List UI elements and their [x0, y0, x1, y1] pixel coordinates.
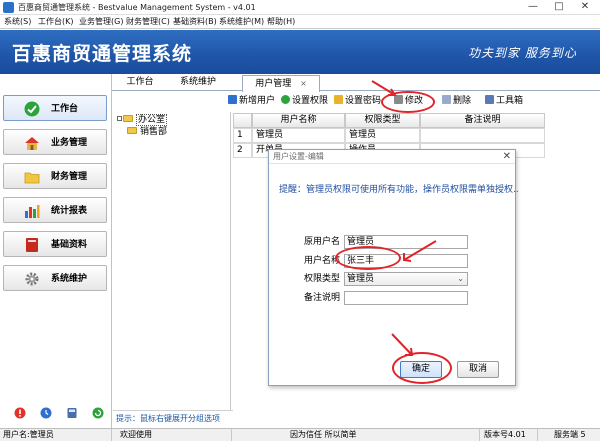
menu-finance[interactable]: 财务管理(C): [126, 16, 170, 28]
toolbox-icon: [485, 95, 494, 104]
annotation-arrow: [403, 240, 437, 262]
note-label: 备注说明: [304, 293, 341, 303]
status-motto: 因为信任 所以简单: [232, 429, 480, 441]
tree-expander-icon[interactable]: [117, 116, 122, 121]
book-icon: [26, 238, 38, 252]
dialog-tip: 提醒：管理员权限可使用所有功能，操作员权限需单独授权..: [279, 185, 519, 195]
menu-bar: 系统(S) 工作台(K) 业务管理(G) 财务管理(C) 基础资料(B) 系统维…: [0, 15, 600, 29]
column-header-type[interactable]: 权限类型: [345, 113, 420, 128]
tab-maintenance[interactable]: 系统维护: [170, 75, 226, 91]
permission-type-value: 管理员: [347, 274, 375, 284]
sidebar-item-finance[interactable]: 财务管理: [3, 163, 107, 189]
permission-icon: [281, 95, 290, 104]
menu-system[interactable]: 系统(S): [4, 16, 31, 28]
menu-workbench[interactable]: 工作台(K): [38, 16, 74, 28]
tree-node-office[interactable]: 办公室: [117, 114, 168, 126]
banner-slogan: 功夫到家 服务到心: [468, 46, 577, 60]
close-window-button[interactable]: ✕: [572, 0, 598, 15]
folder-icon: [24, 172, 40, 184]
lock-icon: [334, 95, 343, 104]
close-tab-icon[interactable]: ×: [300, 79, 307, 88]
sidebar-item-label: 基础资料: [51, 240, 88, 250]
tab-bar: 工作台 系统维护 用户管理 ×: [112, 74, 600, 92]
delete-label: 删除: [453, 96, 472, 106]
banner-title: 百惠商贸通管理系统: [12, 43, 193, 65]
bar-chart-icon: [25, 205, 40, 218]
tab-workbench[interactable]: 工作台: [116, 75, 164, 91]
status-version: 版本号4.01: [480, 429, 538, 441]
tab-label: 用户管理: [255, 79, 292, 89]
folder-icon: [123, 115, 133, 122]
sidebar-item-reports[interactable]: 统计报表: [3, 197, 107, 223]
minimize-button[interactable]: —: [520, 0, 546, 15]
app-icon: [3, 2, 14, 13]
sidebar-item-maintenance[interactable]: 系统维护: [3, 265, 107, 291]
column-header-name[interactable]: 用户名称: [252, 113, 345, 128]
sidebar-item-label: 财务管理: [51, 172, 88, 182]
sidebar-item-label: 统计报表: [51, 206, 88, 216]
table-cell-note[interactable]: [420, 128, 545, 143]
dialog-close-button[interactable]: ✕: [503, 150, 511, 164]
tab-user-management[interactable]: 用户管理 ×: [242, 75, 320, 92]
menu-maintenance[interactable]: 系统维护(M): [219, 16, 264, 28]
cancel-button[interactable]: 取消: [457, 361, 499, 378]
menu-business[interactable]: 业务管理(G): [79, 16, 123, 28]
status-bar: 用户名:管理员 欢迎使用 因为信任 所以简单 版本号4.01 服务端 5: [0, 428, 600, 441]
dialog-title: 用户设置-编辑: [269, 150, 515, 164]
chevron-down-icon: ⌄: [457, 274, 464, 283]
status-service: 服务端 5: [554, 430, 586, 439]
refresh-icon[interactable]: [92, 406, 104, 420]
sidebar-item-label: 工作台: [51, 104, 79, 114]
maximize-button[interactable]: □: [546, 0, 572, 15]
check-circle-icon: [24, 101, 40, 117]
sidebar: 工作台 业务管理 财务管理 统计报表 基础资料 系统维护: [0, 74, 112, 428]
department-tree: 办公室 销售部: [113, 112, 231, 410]
status-welcome: 欢迎使用: [112, 429, 232, 441]
window-titlebar: 百惠商贸通管理系统 - Bestvalue Management System …: [0, 0, 600, 15]
sidebar-item-basic-data[interactable]: 基础资料: [3, 231, 107, 257]
delete-button[interactable]: 删除: [442, 95, 471, 108]
folder-icon: [127, 127, 137, 134]
annotation-circle: [335, 246, 401, 270]
table-cell-name[interactable]: 管理员: [252, 128, 345, 143]
tree-node-label: 办公室: [136, 114, 168, 126]
menu-basic-data[interactable]: 基础资料(B): [173, 16, 217, 28]
table-cell-type[interactable]: 管理员: [345, 128, 420, 143]
sidebar-item-workbench[interactable]: 工作台: [3, 95, 107, 121]
row-number: 2: [233, 143, 252, 158]
delete-icon: [442, 95, 451, 104]
add-user-button[interactable]: 新增用户: [228, 95, 275, 108]
sidebar-item-business[interactable]: 业务管理: [3, 129, 107, 155]
status-user: 用户名:管理员: [0, 429, 112, 441]
set-permission-button[interactable]: 设置权限: [281, 95, 328, 108]
clock-icon[interactable]: [40, 406, 52, 420]
house-icon: [25, 137, 39, 150]
error-icon[interactable]: [14, 406, 26, 420]
menu-help[interactable]: 帮助(H): [267, 16, 295, 28]
row-number: 1: [233, 128, 252, 143]
gear-icon: [25, 272, 39, 286]
add-icon: [228, 95, 237, 104]
toolbox-label: 工具箱: [496, 96, 524, 106]
set-permission-label: 设置权限: [292, 96, 329, 106]
add-user-label: 新增用户: [239, 96, 276, 106]
annotation-arrow: [371, 80, 397, 96]
annotation-arrow: [391, 333, 414, 356]
note-field[interactable]: [344, 291, 468, 305]
permission-type-select[interactable]: 管理员 ⌄: [344, 272, 468, 286]
tree-node-label: 销售部: [140, 127, 168, 137]
calculator-icon[interactable]: [66, 406, 78, 420]
window-title: 百惠商贸通管理系统 - Bestvalue Management System …: [18, 3, 256, 12]
tree-tip: 提示：鼠标右键展开分组选项: [113, 410, 233, 428]
app-banner: 百惠商贸通管理系统 功夫到家 服务到心: [0, 30, 600, 74]
toolbox-button[interactable]: 工具箱: [485, 95, 523, 108]
orig-name-label: 原用户名: [304, 237, 341, 247]
sidebar-item-label: 系统维护: [51, 274, 88, 284]
tree-node-sales[interactable]: 销售部: [127, 127, 167, 138]
column-header-note[interactable]: 备注说明: [420, 113, 545, 128]
row-number-header: [233, 113, 252, 128]
type-label: 权限类型: [304, 274, 341, 284]
sidebar-item-label: 业务管理: [51, 138, 88, 148]
